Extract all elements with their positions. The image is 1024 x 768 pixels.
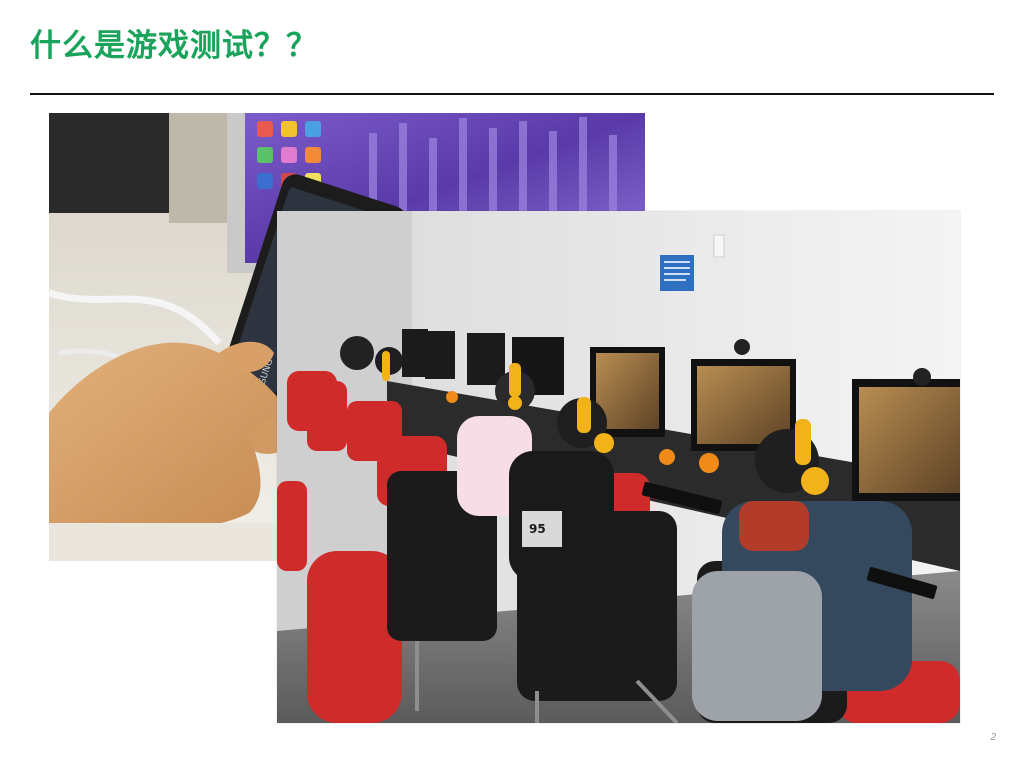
internet-cafe-photo: 95 [277, 211, 960, 723]
title-divider [30, 93, 994, 95]
slide-title: 什么是游戏测试？？ [30, 28, 318, 64]
svg-text:95: 95 [529, 522, 546, 536]
page-number: 2 [990, 732, 996, 743]
